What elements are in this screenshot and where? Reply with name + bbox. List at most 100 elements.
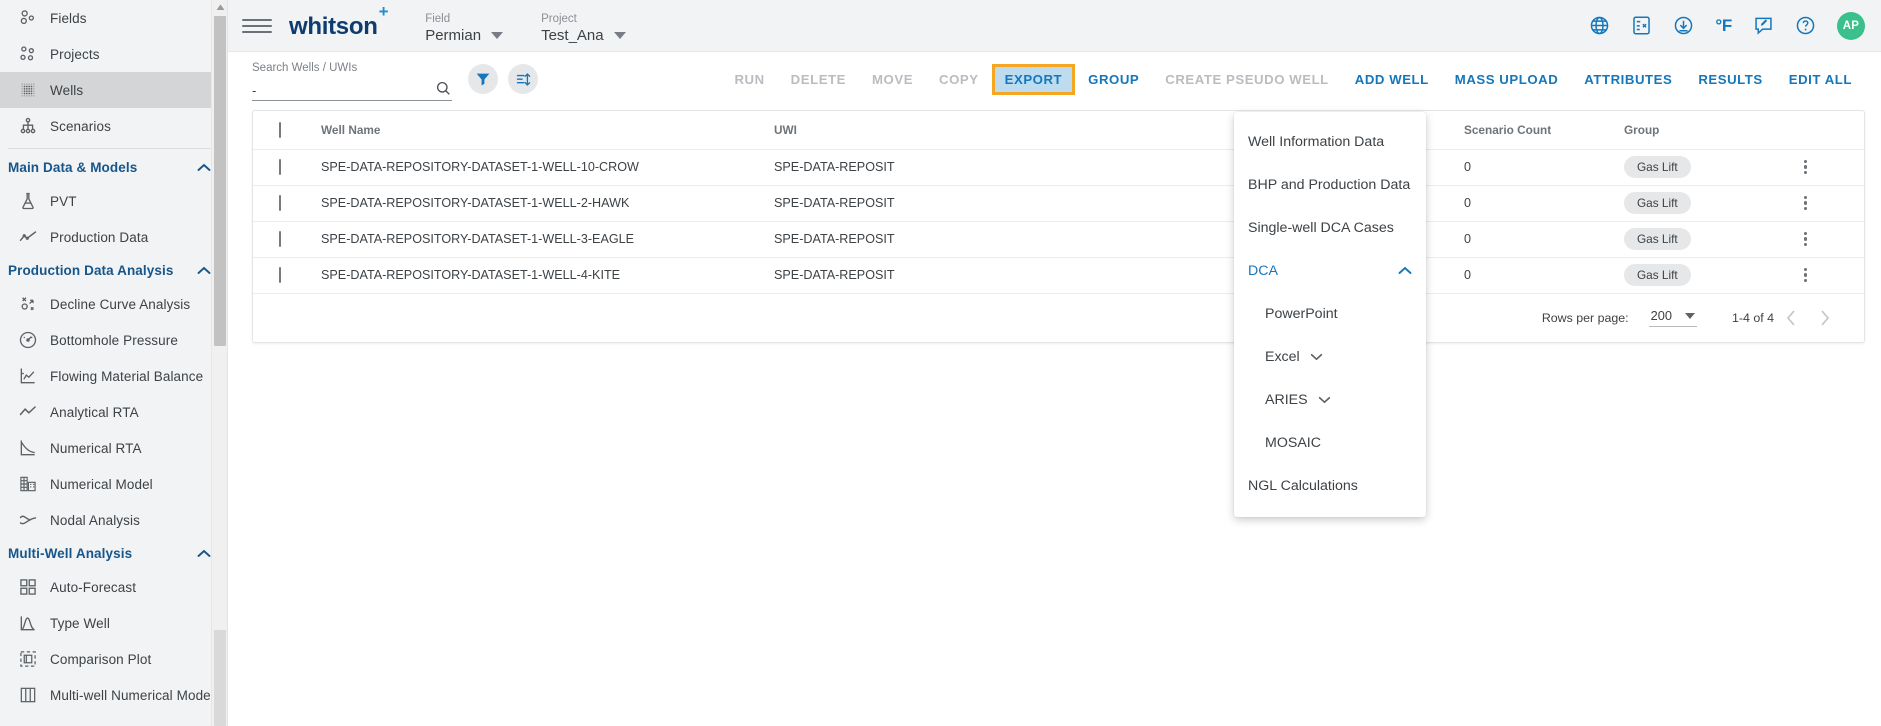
project-label: Project (541, 12, 577, 25)
row-menu-icon[interactable] (1804, 195, 1864, 211)
sidebar-group-main-data-models[interactable]: Main Data & Models (0, 152, 227, 183)
chevron-down-icon[interactable] (1318, 396, 1331, 404)
chevron-up-icon[interactable] (197, 163, 211, 172)
search-input[interactable]: - (252, 83, 256, 99)
export-menu-item-aries[interactable]: ARIES (1234, 378, 1426, 421)
cell-scenario-count: 0 (1464, 160, 1472, 174)
sidebar-item-comparison-plot[interactable]: Comparison Plot (0, 641, 227, 677)
group-button[interactable]: GROUP (1075, 64, 1152, 95)
table-row[interactable]: SPE-DATA-REPOSITORY-DATASET-1-WELL-2-HAW… (253, 185, 1864, 221)
sidebar-item-numerical-rta[interactable]: Numerical RTA (0, 430, 227, 466)
sidebar-item-label: Projects (50, 46, 100, 62)
select-all-header (253, 111, 319, 150)
scrollbar-thumb-lower[interactable] (214, 630, 226, 726)
row-checkbox[interactable] (279, 267, 281, 283)
help-icon[interactable] (1795, 15, 1816, 36)
chevron-down-icon[interactable] (1310, 353, 1323, 361)
column-header-well-name[interactable]: Well Name (319, 111, 774, 150)
feedback-icon[interactable] (1753, 15, 1774, 36)
search-wells-field[interactable]: Search Wells / UWIs - (252, 58, 452, 101)
rows-per-page-select[interactable]: 200 (1648, 308, 1697, 327)
download-icon[interactable] (1673, 15, 1694, 36)
sort-button[interactable] (508, 64, 538, 94)
export-menu-item-excel[interactable]: Excel (1234, 335, 1426, 378)
move-button: MOVE (859, 64, 926, 95)
chevron-down-icon[interactable] (613, 31, 626, 39)
table-row[interactable]: SPE-DATA-REPOSITORY-DATASET-1-WELL-4-KIT… (253, 257, 1864, 293)
sidebar-group-production-data-analysis[interactable]: Production Data Analysis (0, 255, 227, 286)
sidebar-item-fields[interactable]: Fields (0, 0, 227, 36)
export-dropdown-menu[interactable]: Well Information Data BHP and Production … (1234, 112, 1426, 517)
sidebar-divider (8, 148, 219, 149)
cell-group: Gas Lift (1624, 257, 1804, 293)
sidebar-item-decline-curve-analysis[interactable]: Decline Curve Analysis (0, 286, 227, 322)
cell-row-actions (1804, 221, 1864, 257)
add-well-button[interactable]: ADD WELL (1342, 64, 1442, 95)
sidebar-group-multi-well-analysis[interactable]: Multi-Well Analysis (0, 538, 227, 569)
row-menu-icon[interactable] (1804, 267, 1864, 283)
sidebar-item-projects[interactable]: Projects (0, 36, 227, 72)
sidebar-scrollbar[interactable] (211, 0, 227, 726)
table-row[interactable]: SPE-DATA-REPOSITORY-DATASET-1-WELL-10-CR… (253, 149, 1864, 185)
mass-upload-button[interactable]: MASS UPLOAD (1442, 64, 1572, 95)
chevron-up-icon[interactable] (197, 549, 211, 558)
column-header-group[interactable]: Group (1624, 111, 1804, 150)
sidebar-group-title: Multi-Well Analysis (8, 546, 133, 561)
chevron-up-icon[interactable] (1398, 266, 1412, 275)
table-row[interactable]: SPE-DATA-REPOSITORY-DATASET-1-WELL-3-EAG… (253, 221, 1864, 257)
export-menu-item-ngl-calculations[interactable]: NGL Calculations (1234, 464, 1426, 507)
field-selector[interactable]: Field Permian (425, 8, 504, 44)
export-button[interactable]: EXPORT (991, 63, 1076, 95)
row-checkbox[interactable] (279, 159, 281, 175)
sidebar-item-analytical-rta[interactable]: Analytical RTA (0, 394, 227, 430)
export-menu-item-bhp-and-production-data[interactable]: BHP and Production Data (1234, 163, 1426, 206)
sidebar-item-multi-well-numerical-model[interactable]: Multi-well Numerical Model (0, 677, 227, 713)
project-selector[interactable]: Project Test_Ana (541, 8, 626, 44)
results-button[interactable]: RESULTS (1685, 64, 1775, 95)
export-menu-item-powerpoint[interactable]: PowerPoint (1234, 292, 1426, 335)
row-menu-icon[interactable] (1804, 159, 1864, 175)
row-checkbox[interactable] (279, 231, 281, 247)
chevron-down-icon[interactable] (1684, 312, 1695, 319)
sidebar-item-production-data[interactable]: Production Data (0, 219, 227, 255)
edit-all-button[interactable]: EDIT ALL (1776, 64, 1865, 95)
whitson-logo: whitson+ (289, 2, 388, 41)
export-menu-item-mosaic[interactable]: MOSAIC (1234, 421, 1426, 464)
sidebar-item-label: Multi-well Numerical Model (50, 687, 214, 703)
sidebar-group-title: Production Data Analysis (8, 263, 174, 278)
scroll-up-arrow-icon[interactable] (212, 0, 227, 14)
export-menu-item-dca[interactable]: DCA (1234, 249, 1426, 292)
avatar[interactable]: AP (1837, 11, 1865, 40)
export-menu-item-single-well-dca-cases[interactable]: Single-well DCA Cases (1234, 206, 1426, 249)
select-all-checkbox[interactable] (279, 121, 281, 138)
sidebar-item-bottomhole-pressure[interactable]: Bottomhole Pressure (0, 322, 227, 358)
column-header-scenario-count[interactable]: Scenario Count (1464, 111, 1624, 150)
previous-page-button[interactable] (1774, 301, 1808, 335)
row-checkbox[interactable] (279, 195, 281, 211)
next-page-button[interactable] (1808, 301, 1842, 335)
hamburger-menu-icon[interactable] (242, 18, 272, 33)
sidebar-item-pvt[interactable]: PVT (0, 183, 227, 219)
globe-icon[interactable] (1589, 15, 1610, 36)
chevron-up-icon[interactable] (197, 266, 211, 275)
sidebar-item-numerical-model[interactable]: Numerical Model (0, 466, 227, 502)
export-menu-item-label: Excel (1265, 348, 1300, 365)
sidebar-item-nodal-analysis[interactable]: Nodal Analysis (0, 502, 227, 538)
sidebar-item-type-well[interactable]: Type Well (0, 605, 227, 641)
scrollbar-thumb[interactable] (214, 16, 226, 346)
row-menu-icon[interactable] (1804, 231, 1864, 247)
sidebar-item-scenarios[interactable]: Scenarios (0, 108, 227, 144)
sidebar-item-wells[interactable]: Wells (0, 72, 227, 108)
sidebar-item-auto-forecast[interactable]: Auto-Forecast (0, 569, 227, 605)
fmb-chart-icon (6, 366, 50, 386)
chevron-down-icon[interactable] (491, 31, 504, 39)
export-menu-item-well-information-data[interactable]: Well Information Data (1234, 120, 1426, 163)
calculator-icon[interactable] (1631, 15, 1652, 36)
sidebar-item-flowing-material-balance[interactable]: Flowing Material Balance (0, 358, 227, 394)
sidebar-item-label: Bottomhole Pressure (50, 332, 178, 348)
filter-button[interactable] (468, 64, 498, 94)
search-icon[interactable] (435, 80, 452, 99)
export-menu-item-label: DCA (1248, 262, 1278, 279)
temperature-unit-toggle[interactable]: °F (1715, 16, 1732, 36)
attributes-button[interactable]: ATTRIBUTES (1571, 64, 1685, 95)
